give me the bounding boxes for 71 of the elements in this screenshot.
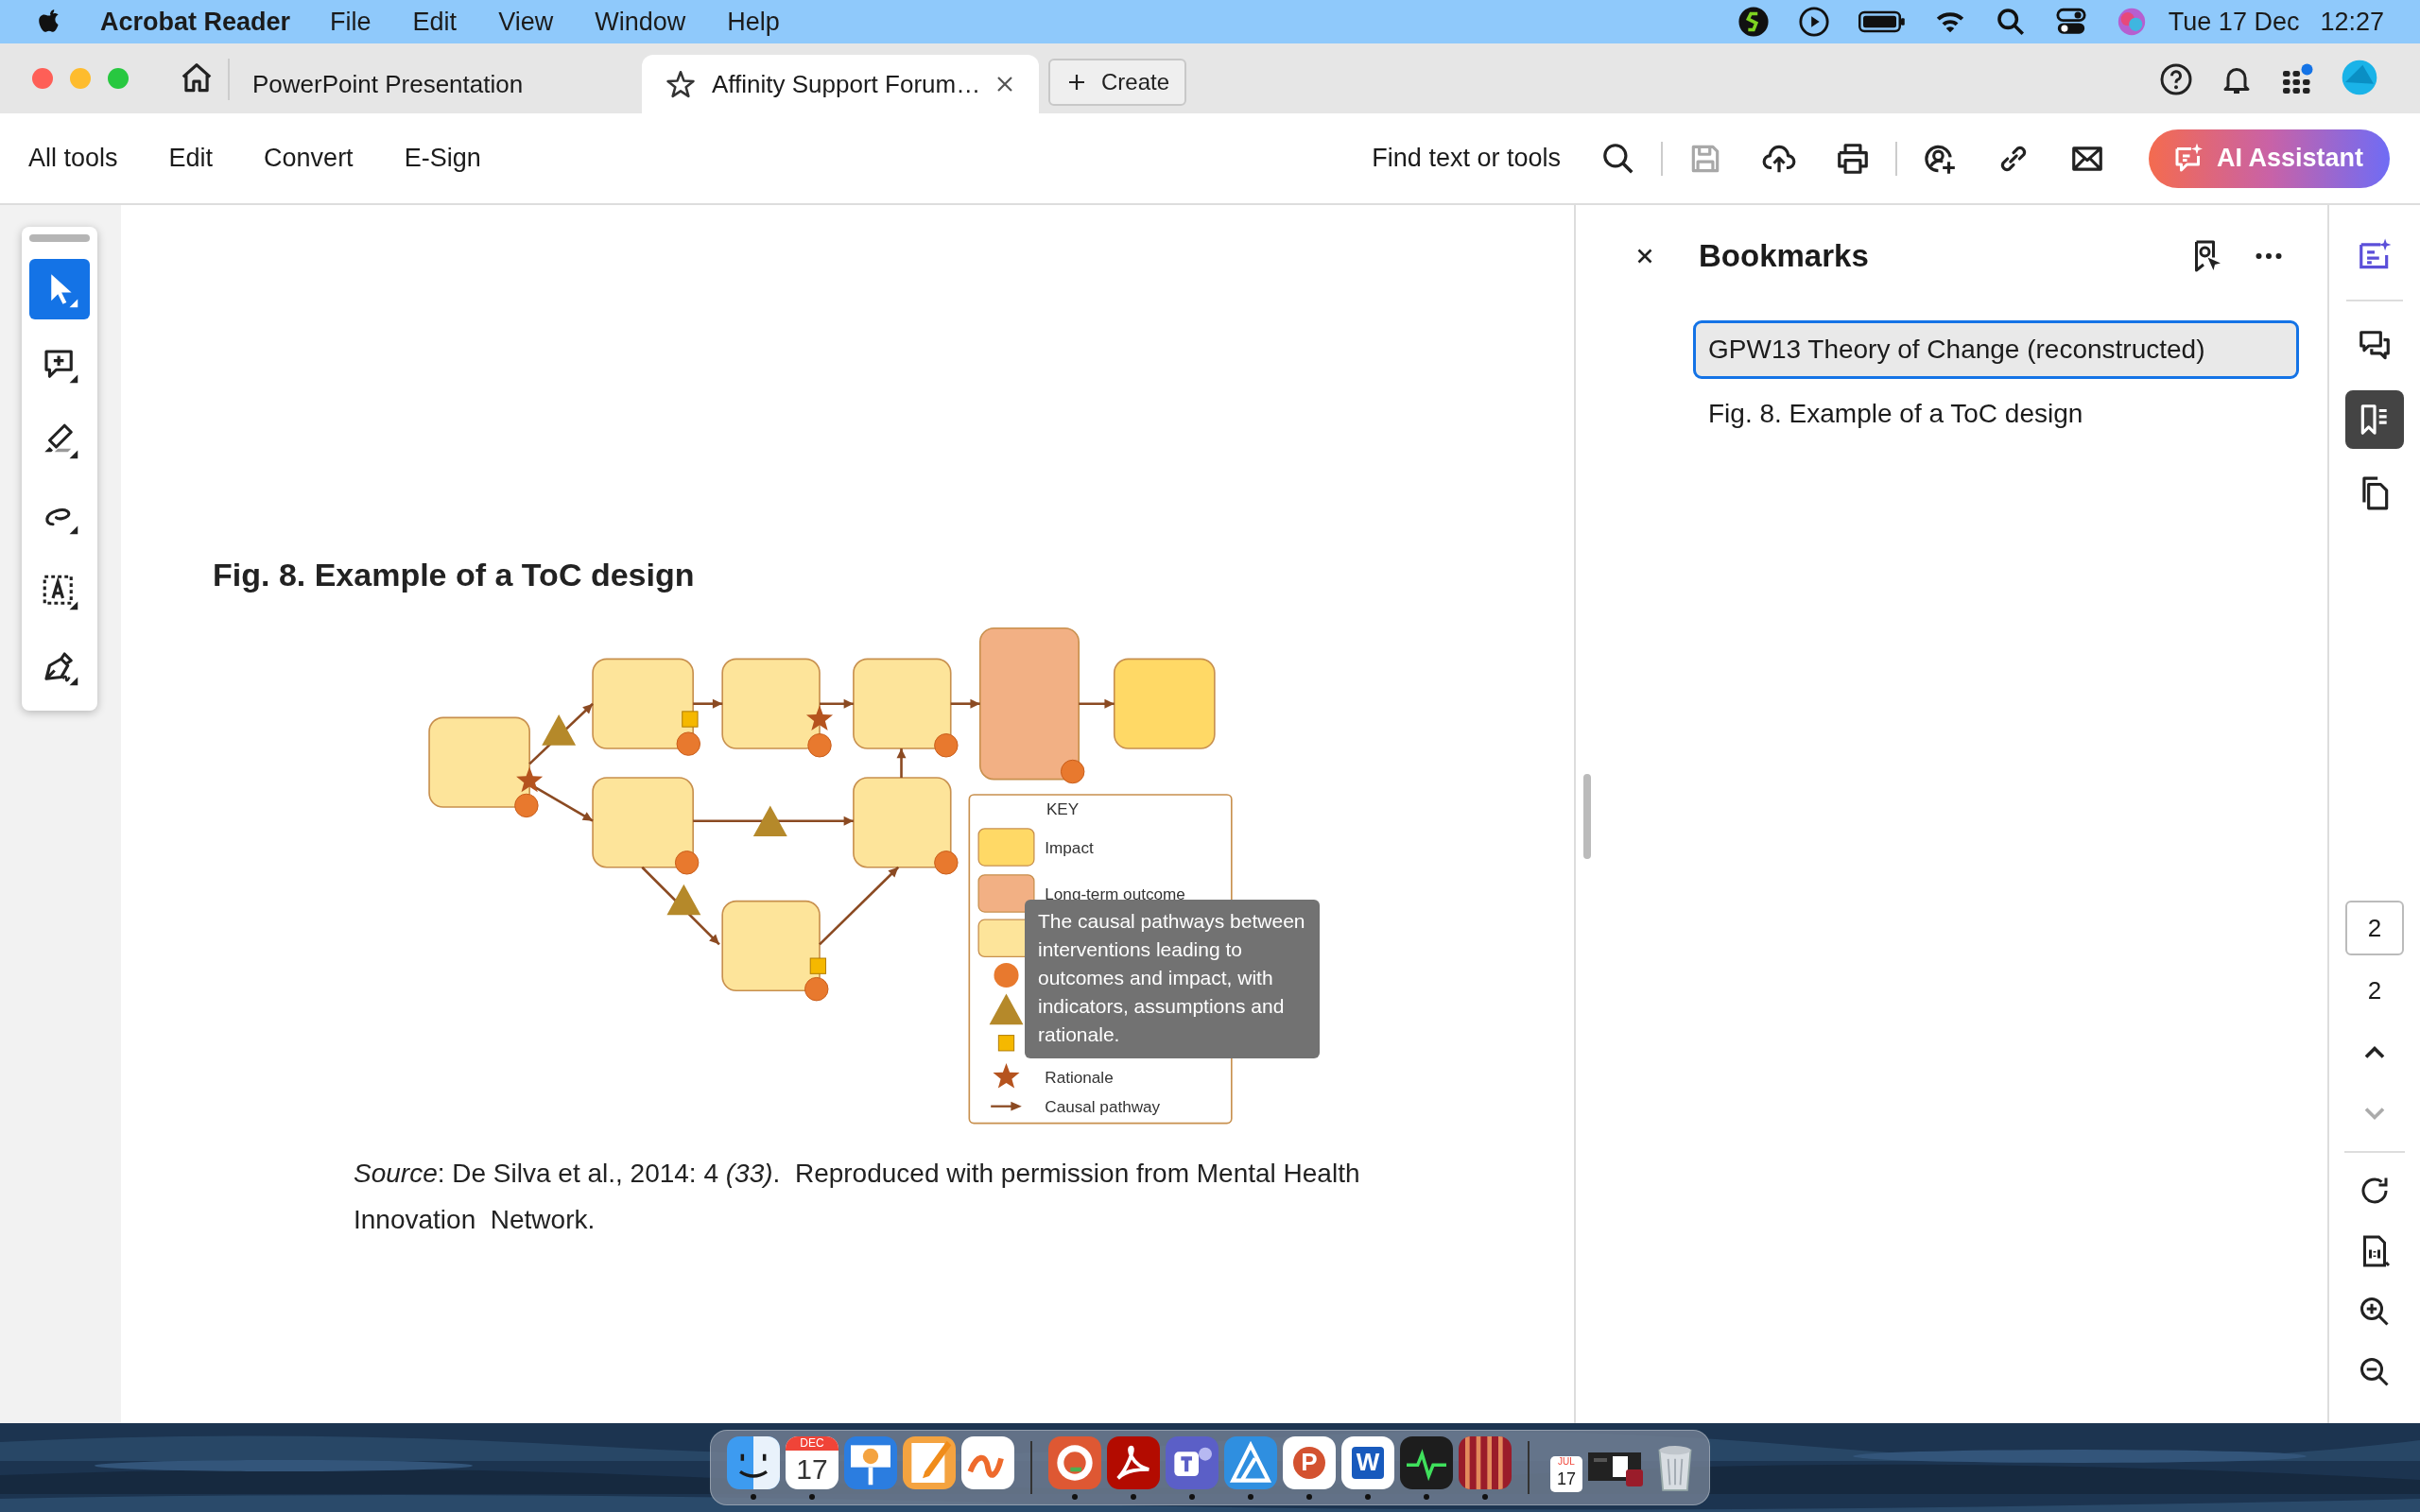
ai-assistant-button[interactable]: AI Assistant — [2148, 129, 2390, 188]
menu-item[interactable]: Window — [595, 7, 686, 37]
figure-heading: Fig. 8. Example of a ToC design — [213, 557, 696, 593]
circle-marker — [804, 976, 829, 1002]
app-icon[interactable] — [1107, 1435, 1160, 1489]
avatar-icon[interactable] — [2341, 59, 2378, 96]
app-icon[interactable]: W — [1341, 1435, 1394, 1489]
circle-marker — [934, 850, 959, 875]
arrow — [896, 748, 907, 779]
figure-caption: Source: De Silva et al., 2014: 4 (33). Reproduced with permission from Mental Health Innovation Network. — [354, 1158, 1361, 1236]
triangle-marker — [666, 884, 701, 916]
menu-item[interactable]: File — [330, 7, 372, 37]
bookmarks-panel-button[interactable] — [2345, 390, 2404, 449]
scrollbar-thumb[interactable] — [1583, 774, 1591, 859]
page-count: 2 — [2367, 976, 2382, 1005]
legend-star — [993, 1063, 1020, 1089]
star-marker — [805, 705, 834, 730]
circle-marker — [674, 850, 700, 875]
legend-title: KEY — [1046, 799, 1080, 819]
document-tab[interactable]: Affinity Support Forum… — [642, 55, 1039, 113]
tooltip: The causal pathways between interventions leading to outcomes and impact, with indicators, assumptions and rationale. — [1025, 900, 1320, 1058]
play-icon[interactable] — [1797, 6, 1830, 38]
legend-label: Rationale — [1045, 1068, 1114, 1088]
menu-time[interactable]: 12:27 — [2320, 7, 2384, 37]
tool-menu[interactable]: Edit — [168, 144, 214, 173]
arrow — [1079, 698, 1115, 709]
legend-circle — [994, 962, 1019, 988]
app-icon[interactable] — [727, 1435, 780, 1489]
drag-handle[interactable] — [29, 234, 90, 242]
arrow — [693, 698, 723, 709]
circle-marker — [1060, 759, 1085, 784]
star-marker — [516, 766, 544, 793]
bookmark-item[interactable]: GPW13 Theory of Change (reconstructed) — [1693, 320, 2299, 379]
menu-item[interactable]: Help — [727, 7, 780, 37]
circle-marker — [514, 793, 539, 818]
arrow — [820, 698, 854, 709]
app-menu[interactable]: Acrobat Reader — [100, 7, 291, 37]
tool-menu[interactable]: Convert — [264, 144, 354, 173]
legend-label: Causal pathway — [1045, 1097, 1161, 1117]
legend-arrow — [991, 1101, 1022, 1111]
square-marker — [682, 711, 699, 728]
calendar-app-icon[interactable]: JUL 17 — [1550, 1456, 1582, 1492]
tool-menu[interactable]: E-Sign — [404, 144, 481, 173]
triangle-marker — [752, 805, 787, 837]
menu-item[interactable]: Edit — [412, 7, 458, 37]
panel-title: Bookmarks — [1699, 238, 1869, 274]
status-app-icon[interactable] — [1737, 6, 1770, 38]
find-label[interactable]: Find text or tools — [1372, 144, 1561, 173]
circle-marker — [807, 733, 832, 758]
app-icon[interactable]: P — [1283, 1435, 1336, 1489]
circle-marker — [676, 731, 700, 756]
menu-item[interactable]: View — [498, 7, 554, 37]
square-marker — [809, 957, 826, 974]
create-button[interactable]: Create — [1048, 59, 1187, 106]
circle-marker — [934, 733, 959, 758]
legend-triangle — [989, 993, 1024, 1025]
bookmark-item[interactable]: Fig. 8. Example of a ToC design — [1693, 385, 2299, 443]
calendar-app-icon[interactable]: DEC 17 — [786, 1435, 838, 1489]
page-number-field[interactable]: 2 — [2345, 901, 2404, 955]
legend-square — [997, 1035, 1015, 1052]
apps-grid-icon[interactable] — [2280, 62, 2314, 96]
star-icon[interactable] — [665, 68, 697, 100]
help-icon[interactable] — [2159, 62, 2193, 96]
menu-date[interactable]: Tue 17 Dec — [2168, 7, 2300, 37]
select-tool[interactable] — [29, 259, 90, 319]
tool-menu[interactable]: All tools — [28, 144, 118, 173]
triangle-marker — [542, 714, 577, 746]
arrow — [950, 698, 980, 709]
document-tab[interactable]: PowerPoint Presentation — [230, 55, 627, 113]
legend-label: Impact — [1045, 838, 1094, 857]
app-icon[interactable] — [1400, 1435, 1453, 1489]
